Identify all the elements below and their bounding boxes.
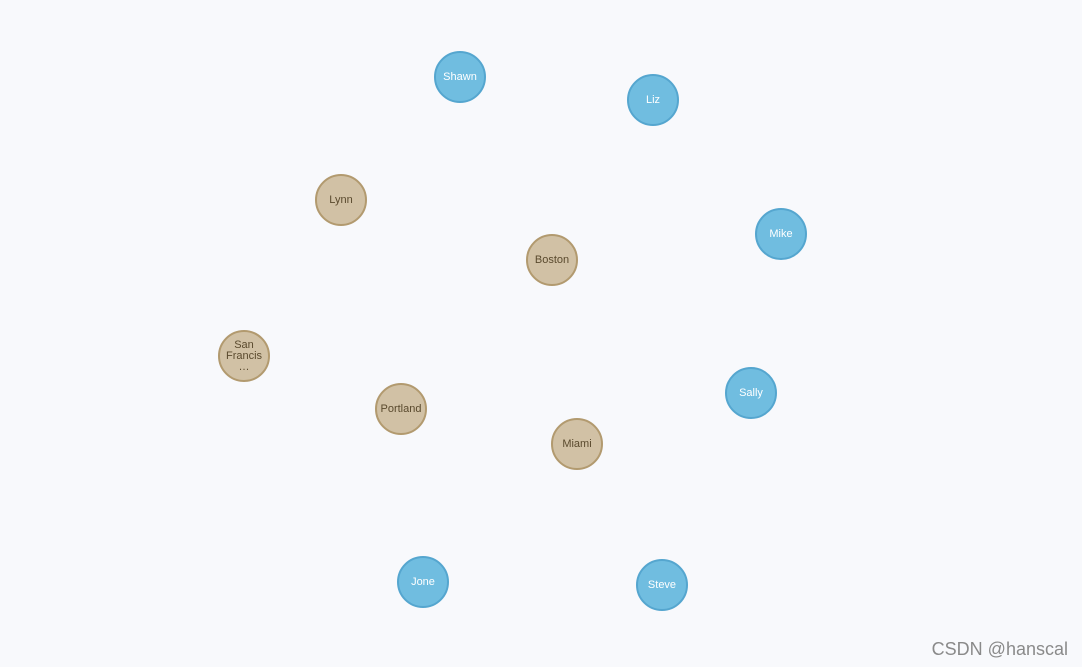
node-boston[interactable]: Boston <box>526 234 578 286</box>
node-label: Lynn <box>329 193 353 206</box>
node-liz[interactable]: Liz <box>627 74 679 126</box>
node-miami[interactable]: Miami <box>551 418 603 470</box>
node-label: Mike <box>769 227 793 240</box>
watermark: CSDN @hanscal <box>931 639 1068 659</box>
node-label: Steve <box>647 578 677 591</box>
node-san-francisco[interactable]: San Francis… <box>218 330 270 382</box>
node-label: Boston <box>534 253 570 266</box>
node-label: Miami <box>562 437 592 450</box>
node-label: Jone <box>411 575 435 588</box>
node-mike[interactable]: Mike <box>755 208 807 260</box>
node-steve[interactable]: Steve <box>636 559 688 611</box>
node-shawn[interactable]: Shawn <box>434 51 486 103</box>
node-lynn[interactable]: Lynn <box>315 174 367 226</box>
node-jone[interactable]: Jone <box>397 556 449 608</box>
node-label: Portland <box>380 402 422 415</box>
node-label: San Francis… <box>225 338 263 373</box>
node-portland[interactable]: Portland <box>375 383 427 435</box>
node-label: Shawn <box>443 70 477 83</box>
graph-canvas[interactable]: Shawn Liz Lynn Mike Boston San Francis… … <box>0 0 1082 667</box>
node-label: Liz <box>645 93 661 106</box>
node-label: Sally <box>739 386 763 399</box>
node-sally[interactable]: Sally <box>725 367 777 419</box>
